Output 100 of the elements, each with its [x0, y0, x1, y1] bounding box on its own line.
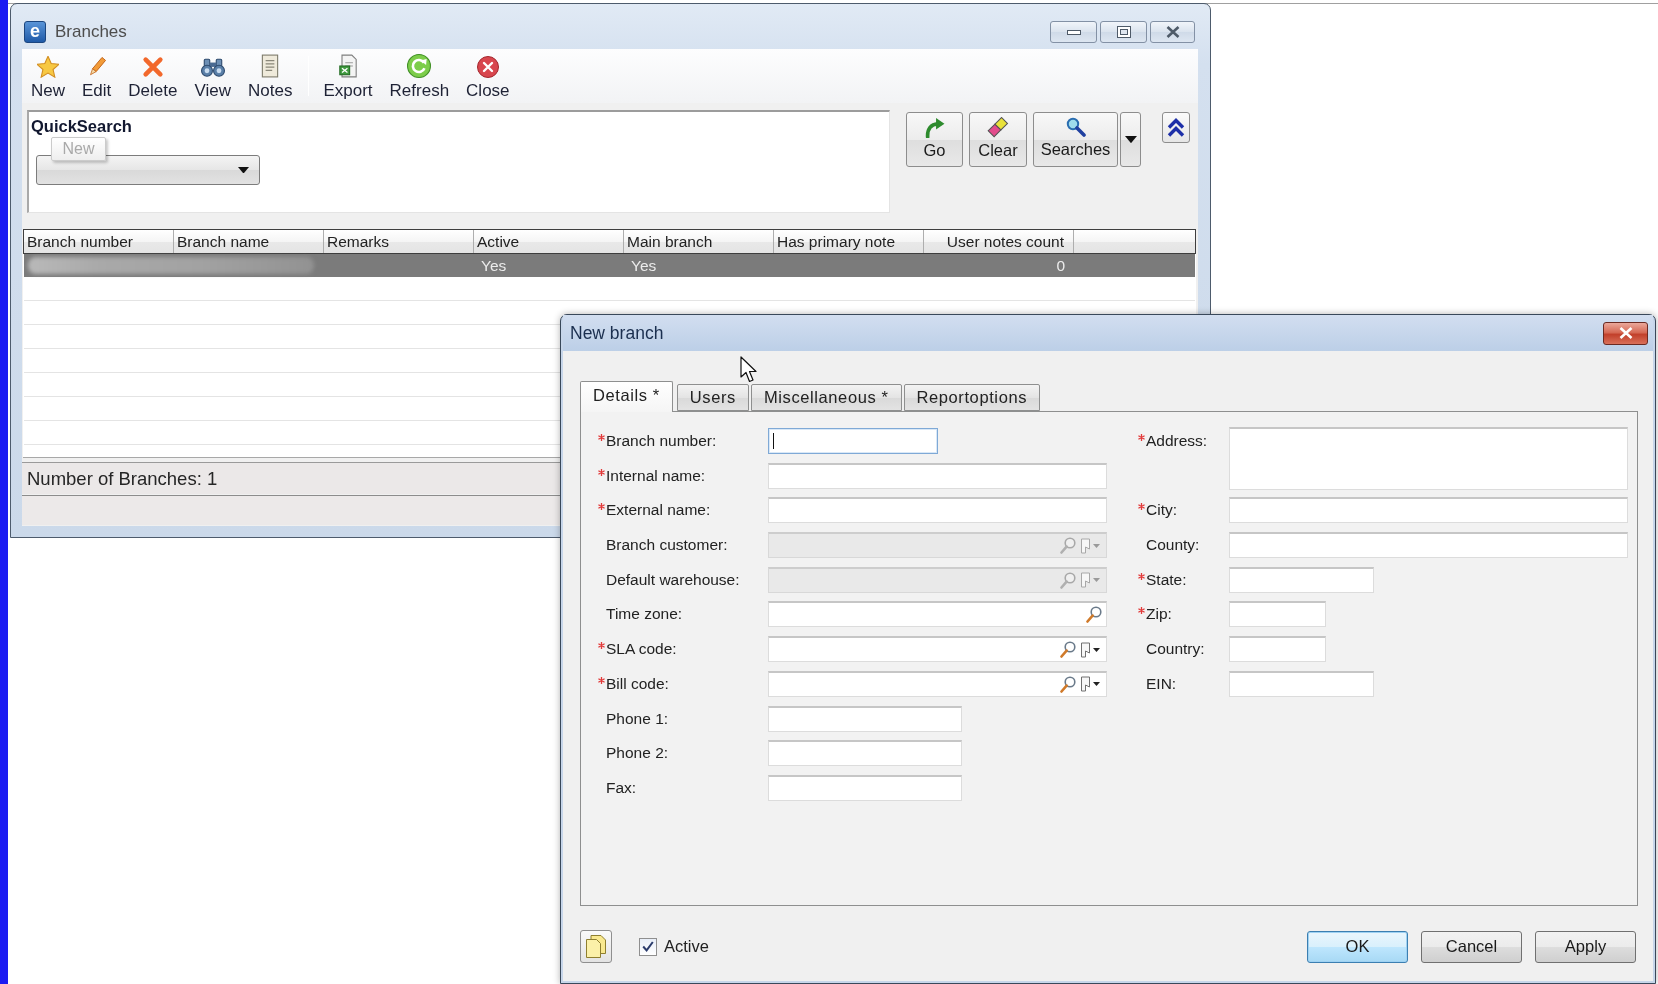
search-panel-button[interactable]: Searches: [1033, 112, 1118, 167]
toolbar-button[interactable]: Delete: [124, 52, 182, 100]
eraser-icon: [987, 117, 1009, 138]
checkbox-label: Active: [664, 937, 709, 956]
input-field[interactable]: [768, 740, 962, 767]
search-icon: [1060, 571, 1076, 589]
dialog-button[interactable]: OK: [1307, 930, 1408, 963]
column-header[interactable]: Remarks: [324, 230, 474, 253]
field-label: EIN:: [1146, 673, 1177, 694]
lookup-field[interactable]: [768, 670, 1107, 697]
dialog-button[interactable]: Cancel: [1421, 930, 1522, 963]
toolbar-button[interactable]: New: [27, 52, 69, 100]
close-button[interactable]: [1603, 321, 1648, 345]
close-icon: [1165, 26, 1180, 38]
flag-menu-icon: [1080, 641, 1102, 658]
dropdown[interactable]: [36, 155, 260, 185]
toolbar-button[interactable]: Close: [462, 52, 514, 100]
cross-icon: [141, 56, 164, 78]
double-chevron-up-icon: [1167, 117, 1185, 138]
tab[interactable]: Reportoptions: [903, 384, 1041, 411]
caret-icon: [238, 166, 249, 174]
column-header[interactable]: Main branch: [624, 230, 774, 253]
field-label: External name:: [606, 500, 711, 521]
column-header[interactable]: User notes count: [924, 230, 1074, 253]
flag-menu-icon: [1080, 676, 1102, 693]
column-header[interactable]: Has primary note: [774, 230, 924, 253]
input-field[interactable]: [1229, 566, 1374, 593]
column-header[interactable]: Active: [474, 230, 624, 253]
close-button[interactable]: [1150, 21, 1195, 43]
dialog-title: New branch: [570, 322, 664, 344]
spreadsheet-icon: [338, 54, 358, 78]
input-field[interactable]: [1229, 670, 1374, 697]
dialog-button[interactable]: Apply: [1535, 930, 1636, 963]
minimize-icon: [1066, 29, 1081, 35]
field-label: State:: [1146, 569, 1187, 590]
flag-menu-icon: [1080, 537, 1102, 554]
tab[interactable]: Details *: [580, 381, 673, 412]
table-cell-text: 0: [1056, 256, 1065, 276]
field-label: Fax:: [606, 777, 637, 798]
collapse-button[interactable]: [1162, 112, 1190, 143]
search-icon: [1060, 675, 1076, 693]
toolbar-button[interactable]: Notes: [244, 52, 297, 100]
checkmark-icon: [642, 941, 654, 952]
window-title: Branches: [55, 22, 127, 42]
column-header[interactable]: Branch name: [174, 230, 324, 253]
field-label: SLA code:: [606, 639, 677, 660]
mouse-pointer-icon: [740, 356, 758, 383]
tooltip: New: [51, 137, 106, 161]
table-cell-text: Yes: [631, 256, 657, 276]
search-panel-button[interactable]: Clear: [969, 112, 1027, 167]
toolbar-button[interactable]: Export: [319, 52, 377, 100]
pages-icon: [586, 935, 606, 958]
input-field[interactable]: [1229, 601, 1326, 628]
field-label: Address:: [1146, 431, 1208, 451]
tab[interactable]: Miscellaneous *: [750, 384, 902, 411]
table-row[interactable]: Yes Yes 0: [24, 254, 1195, 277]
toolbar-button[interactable]: Refresh: [385, 52, 454, 100]
quicksearch-label: QuickSearch: [31, 117, 133, 135]
input-field[interactable]: [768, 462, 1107, 489]
field-label: Bill code:: [606, 673, 669, 694]
star-icon: [37, 56, 59, 78]
input-field[interactable]: [768, 497, 1107, 524]
dropdown-button[interactable]: [1120, 112, 1141, 167]
field-label: Branch number:: [606, 431, 717, 451]
field-label: Zip:: [1146, 604, 1172, 625]
search-panel-button[interactable]: Go: [906, 112, 963, 167]
toolbar-button[interactable]: View: [190, 52, 235, 100]
maximize-button[interactable]: [1100, 21, 1147, 43]
column-header[interactable]: Branch number: [24, 230, 174, 253]
input-field[interactable]: [1229, 636, 1326, 663]
checkbox[interactable]: [639, 937, 657, 956]
field-label: Country:: [1146, 639, 1205, 660]
status-text: Number of Branches: 1: [27, 467, 218, 490]
close-icon: [1618, 327, 1633, 339]
text-area[interactable]: [1229, 427, 1628, 490]
search-icon: [1060, 537, 1076, 555]
search-icon: [1065, 117, 1086, 137]
search-field[interactable]: [768, 601, 1107, 628]
input-field[interactable]: [768, 428, 938, 454]
field-label: Internal name:: [606, 465, 706, 486]
maximize-icon: [1116, 26, 1131, 38]
field-label: City:: [1146, 500, 1177, 521]
binoculars-icon: [200, 58, 225, 78]
field-label: Phone 2:: [606, 743, 669, 764]
app-logo: e: [24, 21, 46, 43]
field-label: Default warehouse:: [606, 569, 740, 590]
tab[interactable]: Users: [676, 384, 749, 411]
toolbar-button[interactable]: Edit: [78, 52, 116, 100]
field-label: Branch customer:: [606, 535, 728, 556]
input-field[interactable]: [1229, 497, 1628, 524]
refresh-icon: [407, 54, 432, 78]
lookup-field[interactable]: [768, 636, 1107, 663]
input-field[interactable]: [1229, 532, 1628, 559]
notes-button[interactable]: [580, 930, 612, 963]
flag-menu-icon: [1080, 572, 1102, 589]
minimize-button[interactable]: [1050, 21, 1097, 43]
input-field[interactable]: [768, 774, 962, 801]
search-icon: [1060, 641, 1076, 659]
input-field[interactable]: [768, 705, 962, 732]
curved-arrow-icon: [924, 117, 945, 138]
